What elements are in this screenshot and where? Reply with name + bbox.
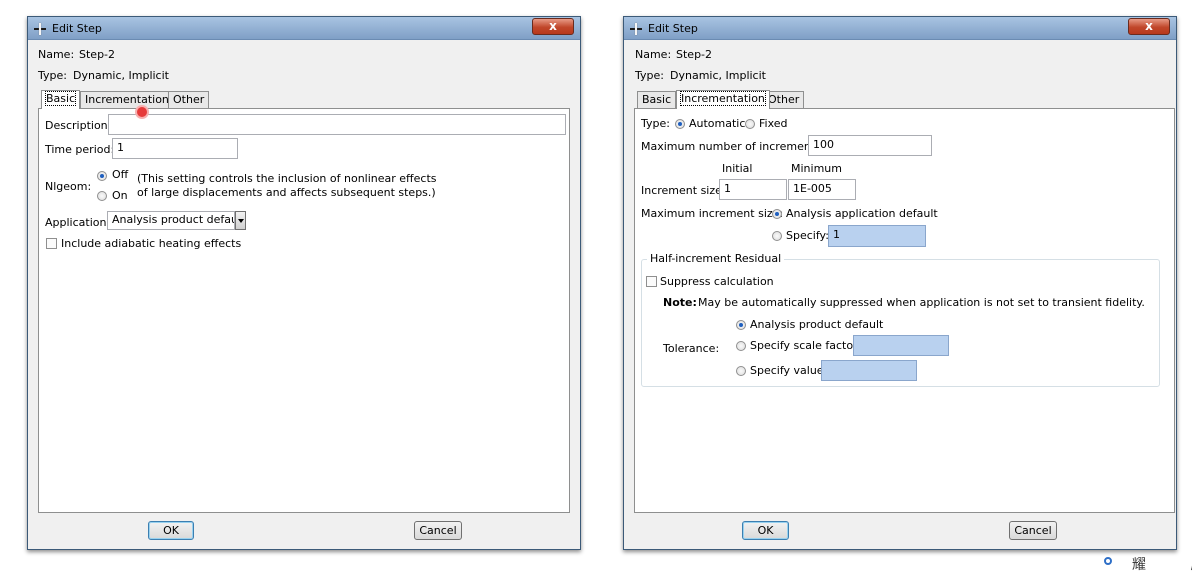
tolerance-label: Tolerance:	[663, 342, 720, 355]
cancel-button[interactable]: Cancel	[414, 521, 462, 540]
half-increment-group-label: Half-increment Residual	[647, 252, 785, 265]
tab-other-label: Other	[173, 93, 205, 106]
name-value: Step-2	[79, 48, 116, 61]
abaqus-app-icon	[629, 22, 643, 35]
type-value: Dynamic, Implicit	[670, 69, 766, 82]
tol-value-input[interactable]	[821, 360, 917, 381]
tol-value-label: Specify value:	[750, 364, 828, 377]
suppress-calculation-label: Suppress calculation	[660, 275, 774, 288]
application-label: Application:	[45, 216, 111, 229]
watermark-text: 耀 唐	[1132, 557, 1192, 573]
tab-basic-label: Basic	[44, 91, 77, 106]
application-select[interactable]: Analysis product default	[107, 211, 235, 230]
inc-type-label: Type:	[641, 117, 670, 130]
ok-button[interactable]: OK	[148, 521, 194, 540]
tol-scale-label: Specify scale factor:	[750, 339, 862, 352]
nlgeom-note-line1: (This setting controls the inclusion of …	[137, 172, 437, 185]
automatic-radio[interactable]	[675, 119, 685, 129]
max-increments-label: Maximum number of increments:	[641, 140, 825, 153]
analysis-application-default-label: Analysis application default	[786, 207, 938, 220]
adiabatic-checkbox[interactable]	[46, 238, 57, 249]
name-label: Name:	[38, 48, 75, 61]
minimum-header: Minimum	[791, 162, 842, 175]
max-increment-size-label: Maximum increment size:	[641, 207, 784, 220]
type-label: Type:	[38, 69, 67, 82]
ok-button[interactable]: OK	[742, 521, 789, 540]
tab-incrementation-label: Incrementation	[680, 91, 766, 106]
edit-step-dialog-incrementation: Edit Step x Name: Step-2 Type: Dynamic, …	[623, 16, 1177, 550]
nlgeom-on-radio[interactable]	[97, 191, 107, 201]
initial-header: Initial	[722, 162, 753, 175]
name-value: Step-2	[676, 48, 713, 61]
close-button[interactable]: x	[532, 18, 574, 35]
dialog-title: Edit Step	[648, 22, 698, 35]
note-label: Note:	[663, 296, 697, 309]
increment-size-label: Increment size:	[641, 184, 726, 197]
description-input[interactable]	[108, 114, 566, 135]
automatic-label: Automatic	[689, 117, 746, 130]
fixed-label: Fixed	[759, 117, 788, 130]
tab-incrementation[interactable]: Incrementation	[80, 91, 174, 109]
nlgeom-off-radio[interactable]	[97, 171, 107, 181]
suppress-calculation-checkbox[interactable]	[646, 276, 657, 287]
minimum-increment-input[interactable]: 1E-005	[788, 179, 856, 200]
type-label: Type:	[635, 69, 664, 82]
tab-incrementation[interactable]: Incrementation	[676, 90, 770, 109]
incrementation-tab-panel: Type: Automatic Fixed Maximum number of …	[634, 108, 1175, 513]
search-icon	[1104, 557, 1112, 565]
tol-value-radio[interactable]	[736, 366, 746, 376]
tab-basic[interactable]: Basic	[637, 91, 677, 109]
nlgeom-on-label: On	[112, 189, 128, 202]
click-marker	[135, 105, 149, 119]
tab-basic[interactable]: Basic	[41, 90, 81, 109]
edit-step-dialog-basic: Edit Step x Name: Step-2 Type: Dynamic, …	[27, 16, 581, 550]
specify-max-input[interactable]: 1	[828, 225, 926, 247]
chevron-down-icon[interactable]	[235, 211, 246, 230]
tab-basic-label: Basic	[642, 93, 672, 106]
tol-default-label: Analysis product default	[750, 318, 884, 331]
specify-max-label: Specify:	[786, 229, 829, 242]
name-label: Name:	[635, 48, 672, 61]
max-increments-input[interactable]: 100	[808, 135, 932, 156]
note-text: May be automatically suppressed when app…	[698, 296, 1145, 309]
nlgeom-label: Nlgeom:	[45, 180, 92, 193]
time-period-input[interactable]: 1	[112, 138, 238, 159]
tol-default-radio[interactable]	[736, 320, 746, 330]
fixed-radio[interactable]	[745, 119, 755, 129]
tab-other-label: Other	[768, 93, 800, 106]
analysis-application-default-radio[interactable]	[772, 209, 782, 219]
specify-max-radio[interactable]	[772, 231, 782, 241]
nlgeom-note-line2: of large displacements and affects subse…	[137, 186, 436, 199]
abaqus-app-icon	[33, 22, 47, 35]
initial-increment-input[interactable]: 1	[719, 179, 787, 200]
description-label: Description:	[45, 119, 112, 132]
basic-tab-panel: Description: Time period: 1 Nlgeom: Off …	[38, 108, 570, 513]
tol-scale-radio[interactable]	[736, 341, 746, 351]
adiabatic-label: Include adiabatic heating effects	[61, 237, 242, 250]
title-bar[interactable]: Edit Step x	[28, 17, 580, 40]
dialog-title: Edit Step	[52, 22, 102, 35]
tol-scale-input[interactable]	[853, 335, 949, 356]
tab-other[interactable]: Other	[168, 91, 210, 109]
close-button[interactable]: x	[1128, 18, 1170, 35]
tab-incrementation-label: Incrementation	[85, 93, 169, 106]
time-period-label: Time period:	[45, 143, 115, 156]
type-value: Dynamic, Implicit	[73, 69, 169, 82]
cancel-button[interactable]: Cancel	[1009, 521, 1057, 540]
nlgeom-off-label: Off	[112, 168, 129, 181]
title-bar[interactable]: Edit Step x	[624, 17, 1176, 40]
